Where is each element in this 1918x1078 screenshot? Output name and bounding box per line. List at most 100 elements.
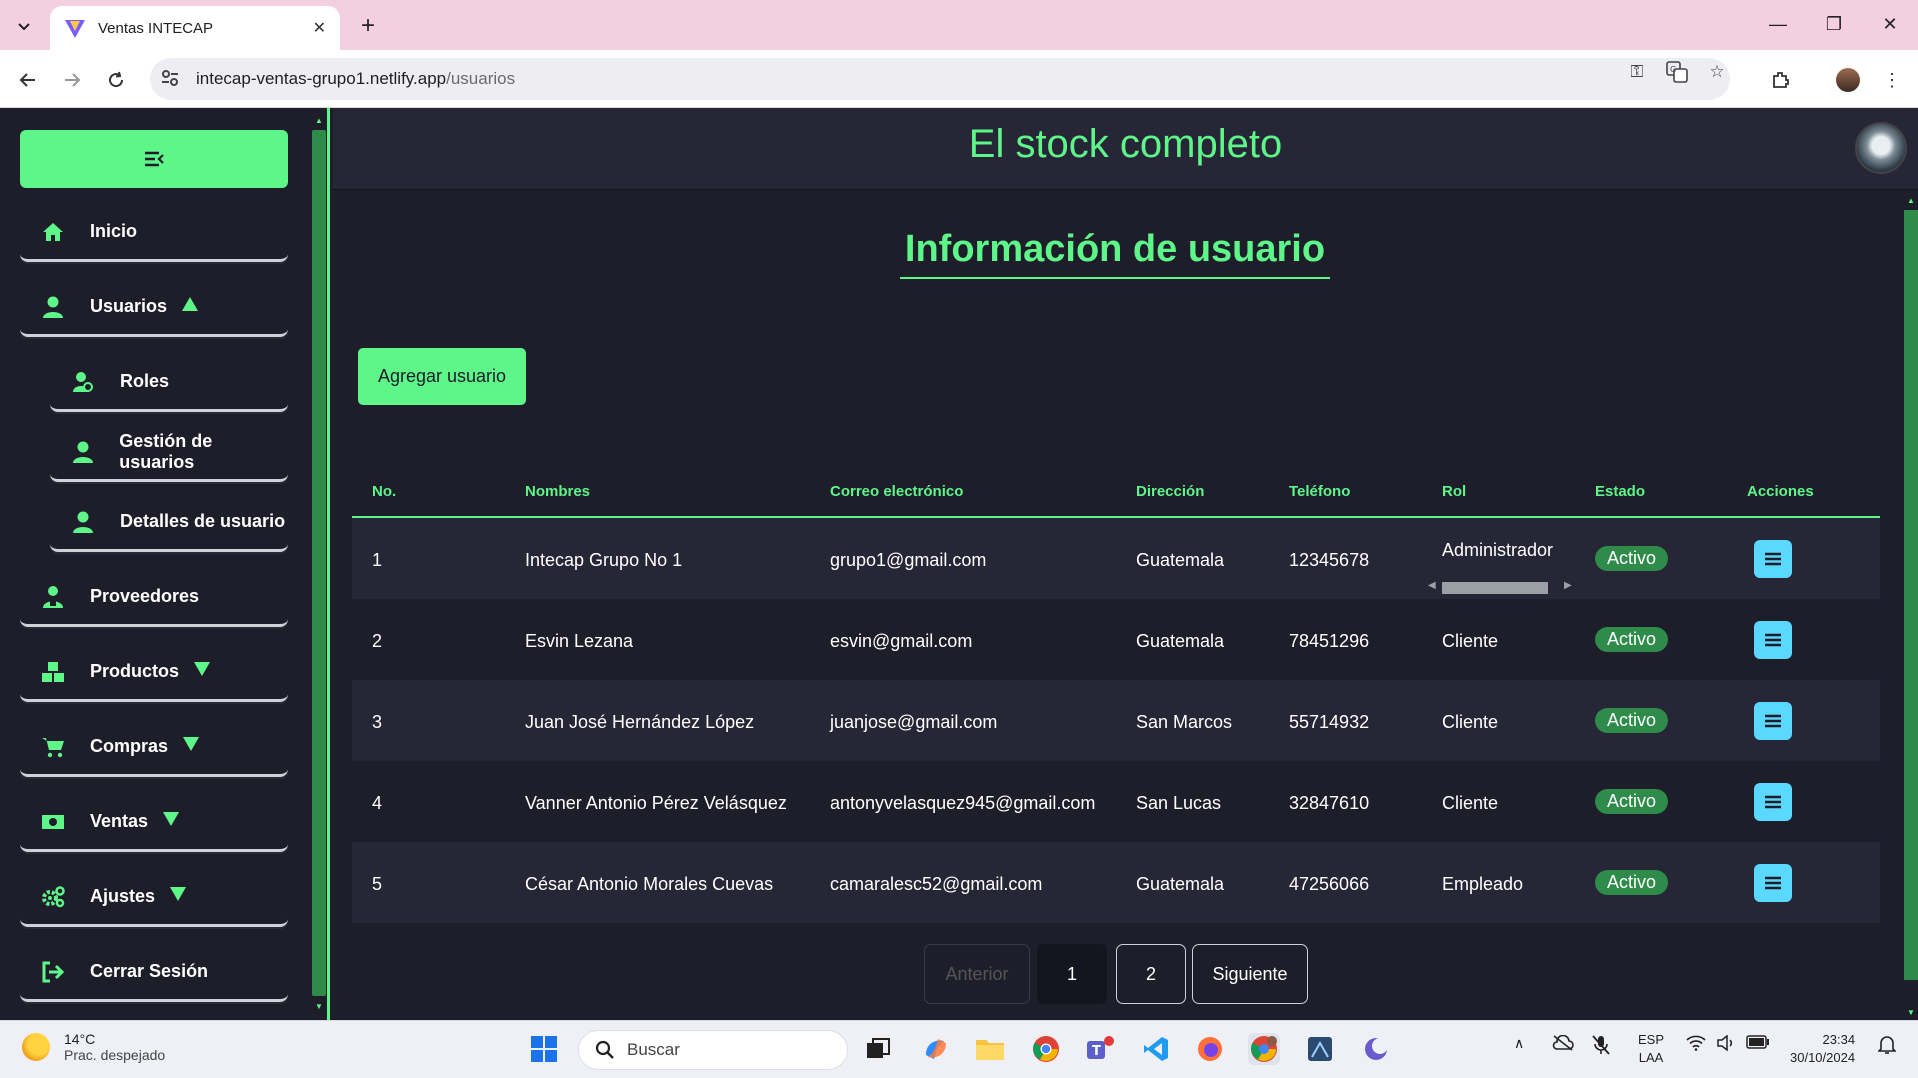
minimize-button[interactable]: — (1758, 8, 1798, 40)
password-key-icon[interactable]: ⚿ (1624, 60, 1650, 84)
cell-direccion: Guatemala (1136, 631, 1225, 651)
input-language[interactable]: ESP LAA (1638, 1031, 1664, 1067)
cell-rol: Cliente (1442, 631, 1499, 651)
sidebar-item-label: Inicio (90, 221, 138, 241)
money-icon (38, 813, 68, 831)
forward-button[interactable] (56, 64, 88, 96)
cell-nombre: Vanner Antonio Pérez Velásquez (525, 793, 787, 813)
cell-direccion: San Lucas (1136, 793, 1222, 813)
cell-correo: grupo1@gmail.com (830, 550, 987, 570)
user-avatar[interactable] (1855, 122, 1907, 174)
rol-cell-scrollbar[interactable]: ◀ ▶ (1428, 580, 1578, 594)
volume-icon[interactable] (1716, 1034, 1736, 1054)
sidebar-item-usuarios[interactable]: Usuarios (20, 279, 288, 337)
browser-menu-icon[interactable]: ⋮ (1876, 64, 1908, 96)
scroll-left-arrow-icon[interactable]: ◀ (1428, 580, 1436, 591)
sidebar-scroll-thumb[interactable] (312, 130, 326, 996)
wifi-icon[interactable] (1686, 1035, 1706, 1054)
translate-icon[interactable]: G (1664, 60, 1690, 84)
column-header-estado: Estado (1595, 483, 1646, 500)
actions-menu-button[interactable] (1754, 540, 1792, 578)
column-header-no: No. (372, 483, 397, 500)
moon-app-icon[interactable] (1360, 1033, 1392, 1065)
user-icon (68, 440, 97, 464)
actions-menu-button[interactable] (1754, 702, 1792, 740)
cell-no: 2 (372, 631, 383, 651)
profile-button[interactable] (1832, 64, 1864, 96)
taskbar-search[interactable]: Buscar (578, 1030, 848, 1070)
tab-title: Ventas INTECAP (98, 19, 214, 37)
caret-down-icon (169, 886, 187, 907)
table-row: 2 Esvin Lezana esvin@gmail.com Guatemala… (352, 599, 1880, 680)
new-tab-button[interactable]: + (352, 10, 384, 42)
arrow-right-icon (65, 73, 81, 87)
weather-widget[interactable]: 14°C Prac. despejado (22, 1031, 165, 1063)
sidebar-item-productos[interactable]: Productos (20, 644, 288, 702)
users-table: No. Nombres Correo electrónico Dirección… (352, 460, 1880, 923)
chrome-profile-icon[interactable] (1248, 1033, 1280, 1065)
tab-close-icon[interactable]: ✕ (313, 18, 326, 38)
site-settings-icon[interactable] (160, 68, 180, 88)
sidebar-item-inicio[interactable]: Inicio (20, 204, 288, 262)
home-icon (38, 221, 68, 243)
firefox-icon[interactable] (1194, 1033, 1226, 1065)
copilot-icon[interactable] (920, 1033, 952, 1065)
windows-start-icon[interactable] (528, 1033, 560, 1065)
sidebar-toggle-button[interactable] (20, 130, 288, 188)
cloud-offline-icon[interactable] (1552, 1034, 1574, 1054)
back-button[interactable] (12, 64, 44, 96)
app-page: Inicio Usuarios Roles Gestión de usuario… (0, 108, 1918, 1020)
pagination-page-2[interactable]: 2 (1116, 944, 1186, 1004)
cell-correo: juanjose@gmail.com (830, 712, 998, 732)
vscode-icon[interactable] (1140, 1033, 1172, 1065)
task-view-icon[interactable] (862, 1033, 894, 1065)
actions-menu-button[interactable] (1754, 621, 1792, 659)
sidebar-item-ventas[interactable]: Ventas (20, 794, 288, 852)
actions-menu-button[interactable] (1754, 864, 1792, 902)
browser-tab[interactable]: Ventas INTECAP ✕ (50, 6, 340, 50)
scroll-up-arrow-icon[interactable]: ▲ (1904, 196, 1918, 205)
content-scrollbar[interactable]: ▲ ▼ (1904, 196, 1918, 1020)
sidebar-item-roles[interactable]: Roles (50, 354, 288, 412)
os-taskbar: 14°C Prac. despejado Buscar T ∧ ESP LAA … (0, 1020, 1918, 1078)
rol-scroll-thumb[interactable] (1442, 582, 1548, 594)
sidebar-scrollbar[interactable]: ▲ ▼ (312, 116, 326, 1012)
add-user-button[interactable]: Agregar usuario (358, 348, 526, 405)
battery-icon[interactable] (1746, 1035, 1770, 1052)
bookmark-star-icon[interactable]: ☆ (1704, 60, 1730, 84)
sidebar-item-detalles-usuario[interactable]: Detalles de usuario (50, 494, 288, 552)
restore-button[interactable]: ❐ (1814, 8, 1854, 40)
cell-telefono: 12345678 (1289, 550, 1370, 570)
teams-icon[interactable]: T (1084, 1033, 1116, 1065)
file-explorer-icon[interactable] (974, 1033, 1006, 1065)
scroll-right-arrow-icon[interactable]: ▶ (1564, 580, 1572, 591)
scroll-up-arrow-icon[interactable]: ▲ (312, 116, 326, 125)
sidebar-item-gestion-usuarios[interactable]: Gestión de usuarios (50, 424, 288, 482)
address-bar[interactable]: intecap-ventas-grupo1.netlify.app/usuari… (150, 58, 1730, 100)
tab-search-button[interactable] (8, 10, 40, 42)
sidebar-item-ajustes[interactable]: Ajustes (20, 869, 288, 927)
sidebar-item-cerrar-sesion[interactable]: Cerrar Sesión (20, 944, 288, 1002)
system-clock[interactable]: 23:34 30/10/2024 (1790, 1031, 1855, 1067)
cell-rol: Empleado (1442, 874, 1524, 894)
mic-muted-icon[interactable] (1592, 1035, 1610, 1058)
extensions-icon[interactable] (1765, 64, 1797, 96)
scroll-down-arrow-icon[interactable]: ▼ (1904, 1008, 1918, 1017)
close-window-button[interactable]: ✕ (1870, 8, 1910, 40)
notifications-icon[interactable] (1877, 1035, 1897, 1058)
reload-button[interactable] (100, 64, 132, 96)
status-badge: Activo (1595, 870, 1669, 895)
app-icon[interactable] (1304, 1033, 1336, 1065)
pagination-next-button[interactable]: Siguiente (1192, 944, 1308, 1004)
actions-menu-button[interactable] (1754, 783, 1792, 821)
sidebar-item-proveedores[interactable]: Proveedores (20, 569, 288, 627)
chrome-icon[interactable] (1030, 1033, 1062, 1065)
content-scroll-thumb[interactable] (1904, 210, 1918, 980)
sidebar-item-compras[interactable]: Compras (20, 719, 288, 777)
pagination-page-1[interactable]: 1 (1037, 944, 1107, 1004)
scroll-down-arrow-icon[interactable]: ▼ (312, 1002, 326, 1011)
pagination-prev-button[interactable]: Anterior (924, 944, 1030, 1004)
cell-nombre: Juan José Hernández López (525, 712, 755, 732)
weather-temp: 14°C (64, 1031, 96, 1047)
show-hidden-icons[interactable]: ∧ (1514, 1035, 1524, 1052)
